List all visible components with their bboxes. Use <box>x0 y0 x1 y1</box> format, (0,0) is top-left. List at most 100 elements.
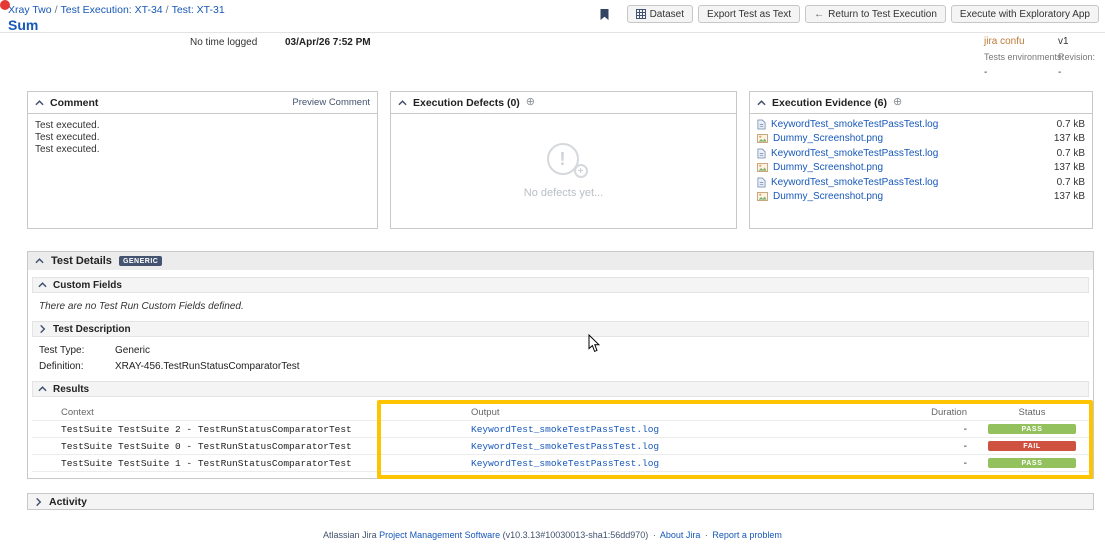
execution-defects-title: Execution Defects (0) <box>413 97 520 109</box>
collapse-chevron-icon[interactable] <box>38 282 47 288</box>
breadcrumb-separator: / <box>55 4 58 16</box>
back-arrow-icon: ← <box>814 9 824 20</box>
collapse-chevron-icon[interactable] <box>35 100 44 106</box>
evidence-file-list: KeywordTest_smokeTestPassTest.log 0.7 kB… <box>750 114 1092 228</box>
footer-report-link[interactable]: Report a problem <box>712 530 782 540</box>
custom-fields-header[interactable]: Custom Fields <box>32 277 1089 293</box>
return-to-test-execution-button[interactable]: ← Return to Test Execution <box>805 5 946 23</box>
definition-value: XRAY-456.TestRunStatusComparatorTest <box>115 361 300 372</box>
result-context: TestSuite TestSuite 1 - TestRunStatusCom… <box>32 458 377 469</box>
result-context: TestSuite TestSuite 0 - TestRunStatusCom… <box>32 441 377 452</box>
comment-panel: Comment Preview Comment Test executed. T… <box>27 91 378 229</box>
execution-evidence-panel: Execution Evidence (6) ⊕ KeywordTest_smo… <box>749 91 1093 229</box>
footer-about-link[interactable]: About Jira <box>660 530 701 540</box>
result-output-link[interactable]: KeywordTest_smokeTestPassTest.log <box>471 441 659 452</box>
collapse-chevron-icon[interactable] <box>757 100 766 106</box>
image-file-icon <box>757 192 768 201</box>
result-status-cell: FAIL <box>975 441 1089 451</box>
footer-separator: · <box>653 530 656 540</box>
footer-software-link[interactable]: Project Management Software <box>379 530 500 540</box>
pin-icon[interactable] <box>598 7 612 21</box>
executed-by-block: jira confu Tests environments: - <box>984 35 1064 79</box>
test-environments-label: Tests environments: <box>984 51 1064 64</box>
activity-section-header[interactable]: Activity <box>27 493 1094 510</box>
result-status-cell: PASS <box>975 458 1089 468</box>
collapse-chevron-icon[interactable] <box>35 258 44 264</box>
evidence-file-link[interactable]: KeywordTest_smokeTestPassTest.log <box>771 177 938 188</box>
test-details-header: Test Details GENERIC <box>28 252 1093 270</box>
results-header[interactable]: Results <box>32 381 1089 397</box>
footer-separator: · <box>705 530 708 540</box>
expand-chevron-icon[interactable] <box>40 325 46 334</box>
results-table: Context Output Duration Status TestSuite… <box>32 404 1089 472</box>
result-output-cell: KeywordTest_smokeTestPassTest.log <box>377 458 889 469</box>
defects-empty-state: ! + No defects yet... <box>391 114 736 228</box>
results-title: Results <box>53 384 89 395</box>
test-description-title: Test Description <box>53 324 131 335</box>
revision-value: - <box>1058 66 1095 79</box>
time-logged-text: No time logged <box>190 37 257 48</box>
evidence-file-row: KeywordTest_smokeTestPassTest.log 0.7 kB <box>750 175 1092 190</box>
return-button-label: Return to Test Execution <box>828 9 937 20</box>
dataset-button[interactable]: Dataset <box>627 5 693 23</box>
test-description-header[interactable]: Test Description <box>32 321 1089 337</box>
recording-indicator-dot <box>0 0 10 10</box>
definition-row: Definition: XRAY-456.TestRunStatusCompar… <box>39 361 1082 372</box>
version-block: v1 Revision: - <box>1058 35 1095 79</box>
image-file-icon <box>757 134 768 143</box>
add-defect-icon[interactable]: ⊕ <box>526 97 535 108</box>
execution-meta-row: No time logged 03/Apr/26 7:52 PM jira co… <box>0 33 1105 91</box>
breadcrumb-link-project[interactable]: Xray Two <box>8 4 52 16</box>
evidence-file-row: KeywordTest_smokeTestPassTest.log 0.7 kB <box>750 146 1092 161</box>
evidence-file-link[interactable]: Dummy_Screenshot.png <box>773 133 883 144</box>
preview-comment-link[interactable]: Preview Comment <box>292 97 370 108</box>
test-type-badge: GENERIC <box>119 256 162 266</box>
export-test-button[interactable]: Export Test as Text <box>698 5 800 23</box>
footer-version: (v10.3.13#10030013-sha1:56dd970) <box>503 530 649 540</box>
result-row: TestSuite TestSuite 1 - TestRunStatusCom… <box>32 455 1089 472</box>
evidence-file-link[interactable]: KeywordTest_smokeTestPassTest.log <box>771 148 938 159</box>
test-details-title: Test Details <box>51 255 112 267</box>
panels-row: Comment Preview Comment Test executed. T… <box>27 91 1105 229</box>
result-output-link[interactable]: KeywordTest_smokeTestPassTest.log <box>471 458 659 469</box>
execute-exploratory-app-button[interactable]: Execute with Exploratory App <box>951 5 1099 23</box>
breadcrumb-link-test-execution[interactable]: Test Execution: XT-34 <box>61 4 163 16</box>
status-badge: FAIL <box>988 441 1076 451</box>
evidence-file-link[interactable]: KeywordTest_smokeTestPassTest.log <box>771 119 938 130</box>
breadcrumb-separator: / <box>166 4 169 16</box>
log-file-icon <box>757 148 766 159</box>
collapse-chevron-icon[interactable] <box>398 100 407 106</box>
breadcrumb-link-test[interactable]: Test: XT-31 <box>172 4 225 16</box>
evidence-file-size: 0.7 kB <box>1057 148 1085 159</box>
activity-title: Activity <box>49 496 87 508</box>
comment-panel-header: Comment Preview Comment <box>28 92 377 114</box>
result-row: TestSuite TestSuite 2 - TestRunStatusCom… <box>32 421 1089 438</box>
test-type-value: Generic <box>115 345 150 356</box>
execution-date: 03/Apr/26 7:52 PM <box>285 37 371 48</box>
status-badge: PASS <box>988 424 1076 434</box>
revision-label: Revision: <box>1058 51 1095 64</box>
comment-line: Test executed. <box>35 120 370 132</box>
execute-button-label: Execute with Exploratory App <box>960 9 1090 20</box>
evidence-file-size: 137 kB <box>1054 133 1085 144</box>
pin-icon-glyph <box>599 8 610 21</box>
evidence-file-row: Dummy_Screenshot.png 137 kB <box>750 161 1092 176</box>
result-output-link[interactable]: KeywordTest_smokeTestPassTest.log <box>471 424 659 435</box>
add-evidence-icon[interactable]: ⊕ <box>893 97 902 108</box>
expand-chevron-icon[interactable] <box>36 497 42 506</box>
result-output-cell: KeywordTest_smokeTestPassTest.log <box>377 424 889 435</box>
executed-by-link[interactable]: jira confu <box>984 35 1064 48</box>
collapse-chevron-icon[interactable] <box>38 386 47 392</box>
test-type-row: Test Type: Generic <box>39 345 1082 356</box>
image-file-icon <box>757 163 768 172</box>
evidence-file-row: Dummy_Screenshot.png 137 kB <box>750 132 1092 147</box>
comment-content: Test executed. Test executed. Test execu… <box>28 114 377 228</box>
dataset-button-label: Dataset <box>650 9 684 20</box>
column-header-output: Output <box>377 407 889 418</box>
status-badge: PASS <box>988 458 1076 468</box>
plus-bubble-icon: + <box>574 164 588 178</box>
evidence-file-link[interactable]: Dummy_Screenshot.png <box>773 162 883 173</box>
execution-evidence-title: Execution Evidence (6) <box>772 97 887 109</box>
evidence-file-link[interactable]: Dummy_Screenshot.png <box>773 191 883 202</box>
version-label: v1 <box>1058 35 1095 48</box>
